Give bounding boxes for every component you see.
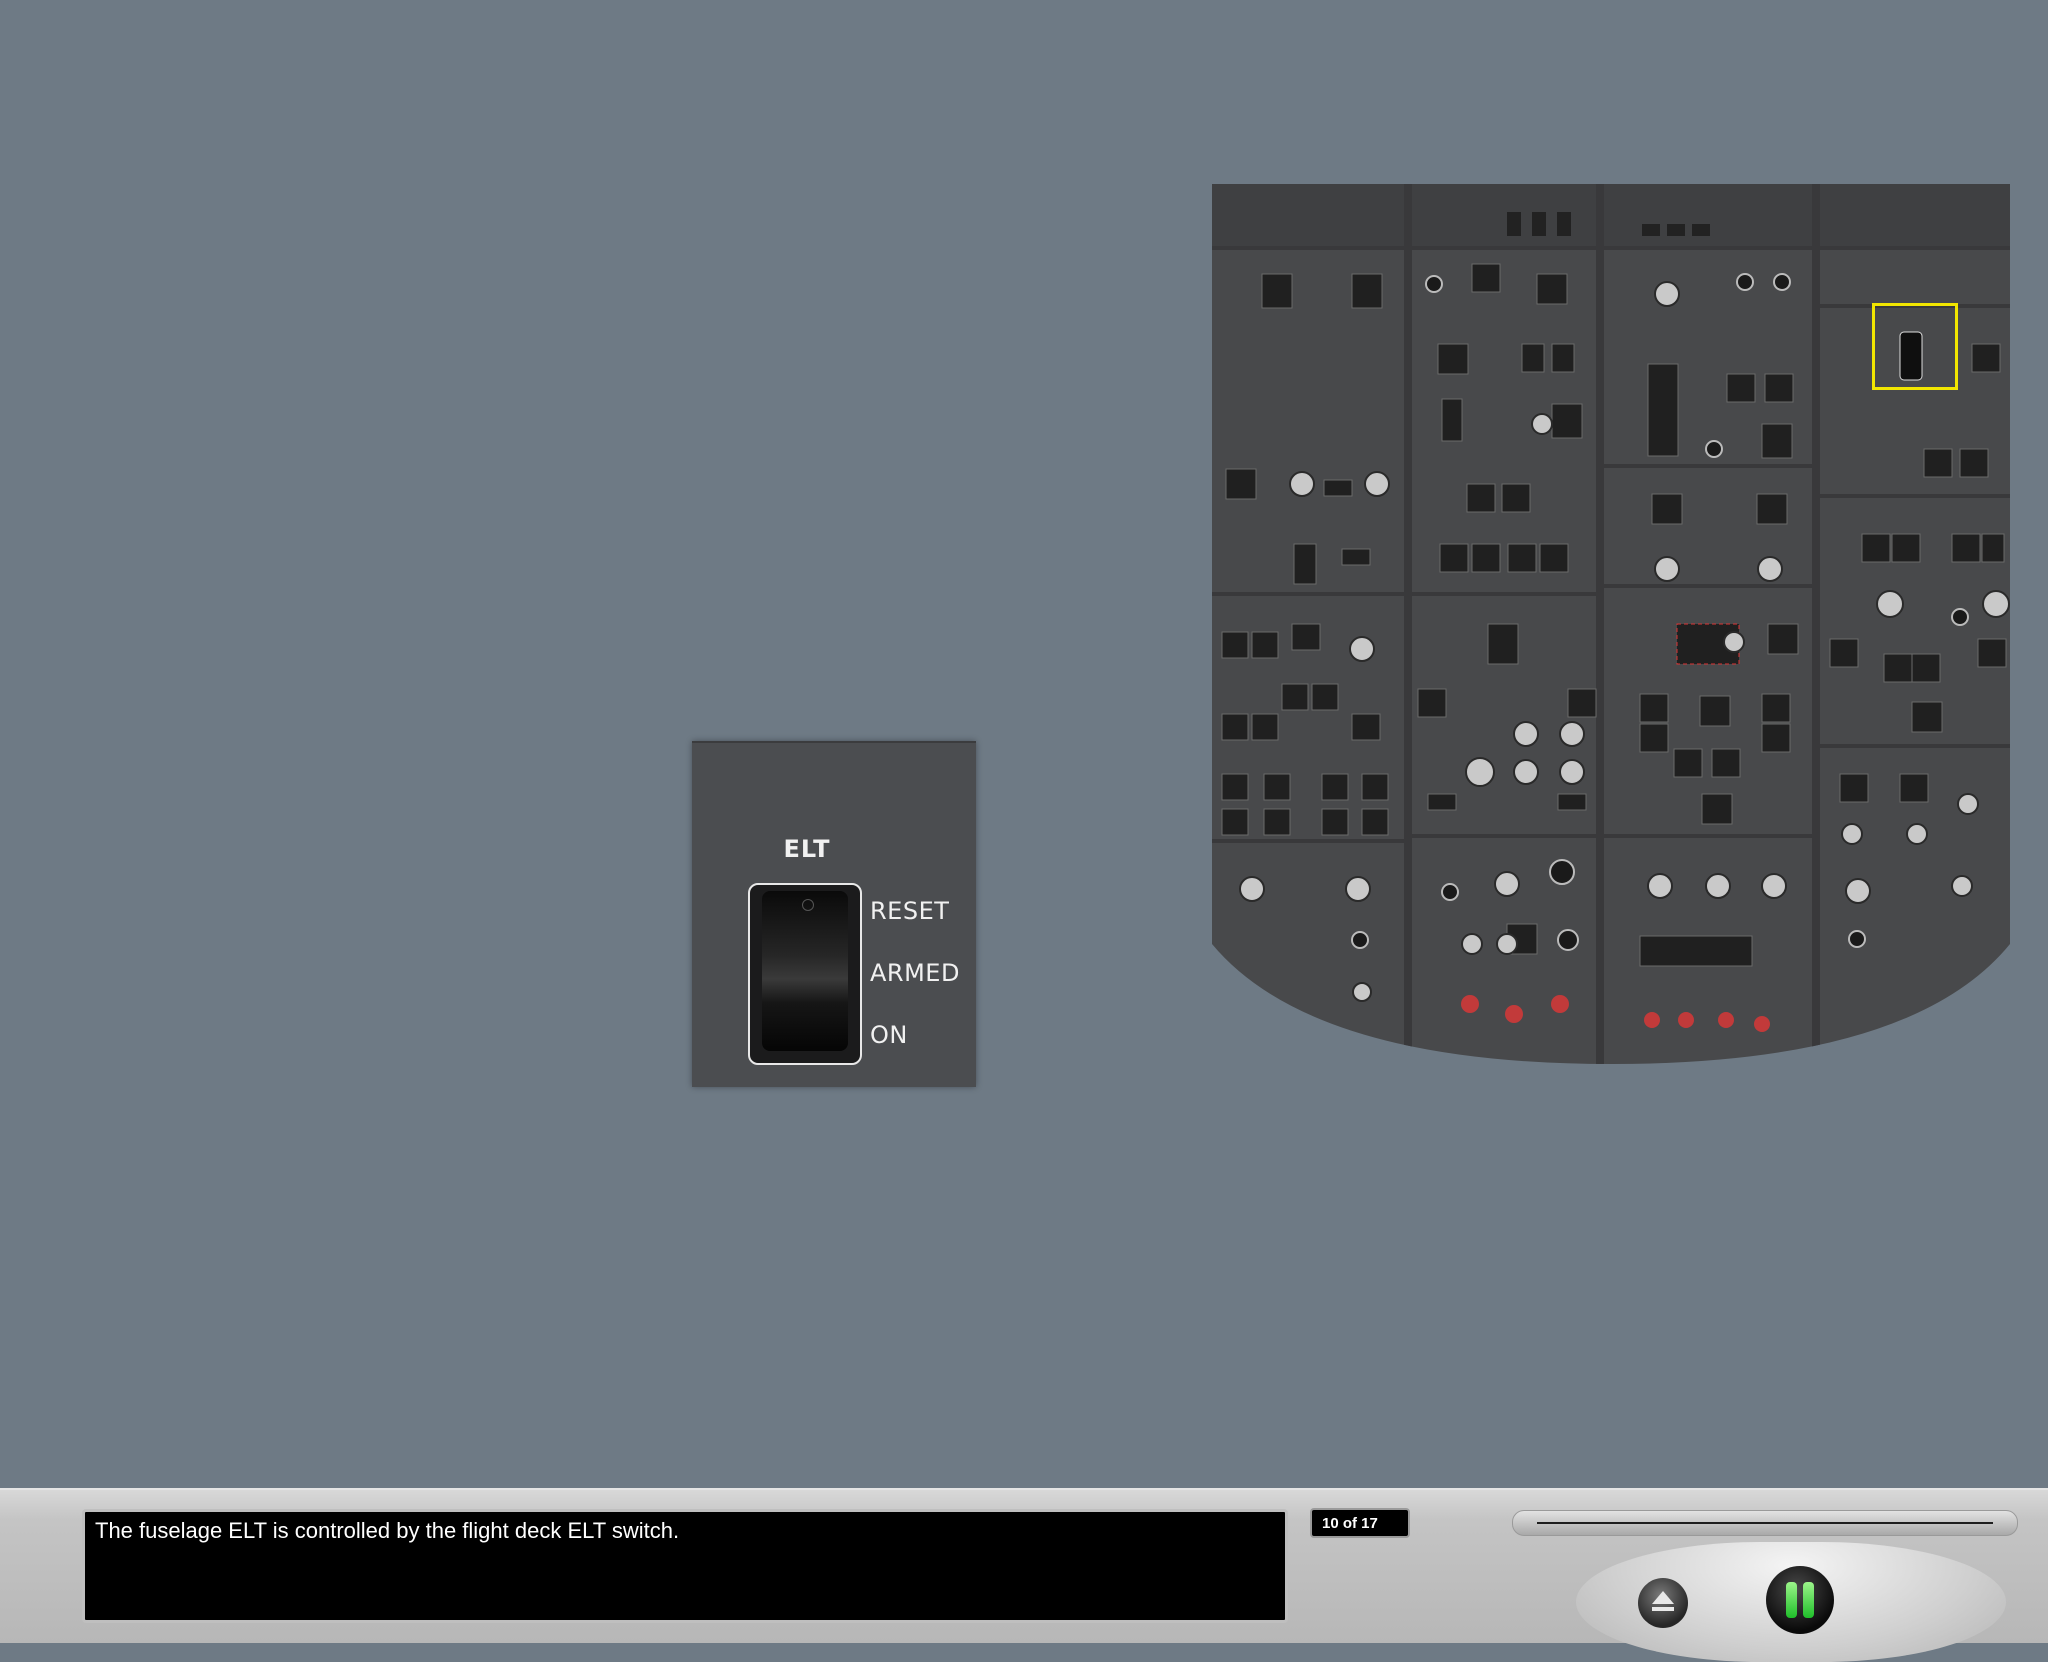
- elt-switch-indicator-icon: [802, 899, 814, 911]
- elt-position-armed: ARMED: [870, 959, 960, 987]
- page-counter-text: 10 of 17: [1322, 1515, 1378, 1532]
- pause-icon: [1786, 1582, 1797, 1618]
- caption-text: The fuselage ELT is controlled by the fl…: [95, 1518, 680, 1543]
- elt-switch[interactable]: [748, 883, 862, 1065]
- elt-title: ELT: [783, 835, 831, 863]
- progress-fill: [1537, 1522, 1993, 1524]
- elt-position-reset: RESET: [870, 897, 950, 925]
- pause-button[interactable]: [1766, 1566, 1834, 1634]
- elt-highlight-box: [1872, 303, 1958, 390]
- elt-position-on: ON: [870, 1021, 908, 1049]
- elt-switch-paddle: [762, 891, 848, 1051]
- elt-switch-callout: ELT RESET ARMED ON: [692, 741, 976, 1087]
- page-counter: 10 of 17: [1310, 1508, 1410, 1538]
- caption-box: The fuselage ELT is controlled by the fl…: [82, 1509, 1288, 1623]
- eject-icon: [1652, 1591, 1674, 1604]
- eject-button[interactable]: [1638, 1578, 1688, 1628]
- progress-slider[interactable]: [1512, 1510, 2018, 1536]
